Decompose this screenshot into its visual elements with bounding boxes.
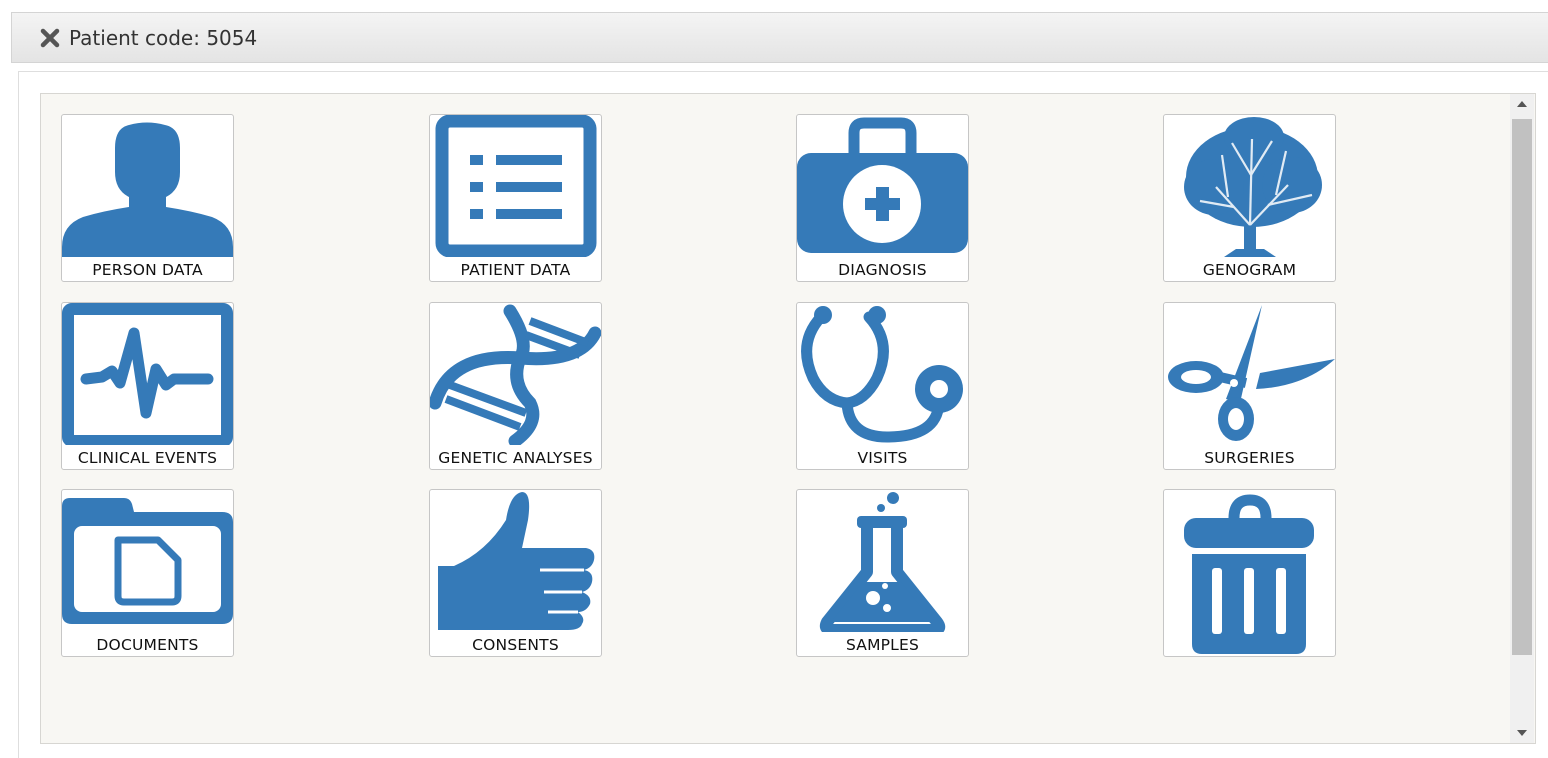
tile-surgeries[interactable]: SURGERIES: [1163, 302, 1336, 470]
tile-delete[interactable]: [1163, 489, 1336, 657]
dialog-header: Patient code: 5054: [11, 12, 1548, 63]
tile-label: PATIENT DATA: [460, 261, 571, 279]
tile-clinical-events[interactable]: CLINICAL EVENTS: [61, 302, 234, 470]
person-icon: [62, 122, 233, 257]
stethoscope-icon: [801, 306, 963, 443]
thumbs-up-icon: [438, 492, 595, 630]
tile-person-data[interactable]: PERSON DATA: [61, 114, 234, 282]
tile-label: DIAGNOSIS: [838, 261, 927, 279]
vertical-scrollbar[interactable]: [1510, 94, 1534, 743]
scroll-down-button[interactable]: [1510, 723, 1534, 743]
tile-label: CLINICAL EVENTS: [77, 449, 218, 467]
tile-label: PERSON DATA: [92, 261, 203, 279]
patient-code-title: Patient code: 5054: [69, 25, 258, 50]
tile-grid: PERSON DATA PATIENT DATA DIAGNOSIS GENOG…: [40, 93, 1536, 744]
tile-label: VISITS: [857, 449, 908, 467]
heartbeat-monitor-icon: [62, 303, 233, 445]
medical-kit-icon: [797, 117, 968, 253]
tile-genetic-analyses[interactable]: GENETIC ANALYSES: [429, 302, 602, 470]
tile-label: GENOGRAM: [1202, 261, 1297, 279]
tile-visits[interactable]: VISITS: [796, 302, 969, 470]
tree-icon: [1184, 117, 1322, 257]
scroll-thumb[interactable]: [1512, 119, 1532, 655]
tile-samples[interactable]: SAMPLES: [796, 489, 969, 657]
folder-document-icon: [62, 498, 233, 624]
trash-icon: [1184, 494, 1314, 654]
close-button[interactable]: [39, 27, 61, 49]
close-icon: [40, 28, 60, 47]
tile-consents[interactable]: CONSENTS: [429, 489, 602, 657]
dna-icon: [430, 304, 601, 445]
tile-label: CONSENTS: [472, 636, 559, 654]
tile-diagnosis[interactable]: DIAGNOSIS: [796, 114, 969, 282]
tile-genogram[interactable]: GENOGRAM: [1163, 114, 1336, 282]
scroll-up-button[interactable]: [1510, 94, 1534, 114]
list-document-icon: [435, 115, 597, 257]
arrow-up-icon: [1517, 101, 1527, 107]
tile-label: DOCUMENTS: [96, 636, 199, 654]
tile-label: GENETIC ANALYSES: [438, 449, 593, 467]
flask-icon: [819, 492, 946, 632]
tile-patient-data[interactable]: PATIENT DATA: [429, 114, 602, 282]
tile-documents[interactable]: DOCUMENTS: [61, 489, 234, 657]
scissors-icon: [1168, 305, 1335, 441]
arrow-down-icon: [1517, 730, 1527, 736]
tile-label: SURGERIES: [1204, 449, 1295, 467]
tile-label: SAMPLES: [845, 636, 920, 654]
